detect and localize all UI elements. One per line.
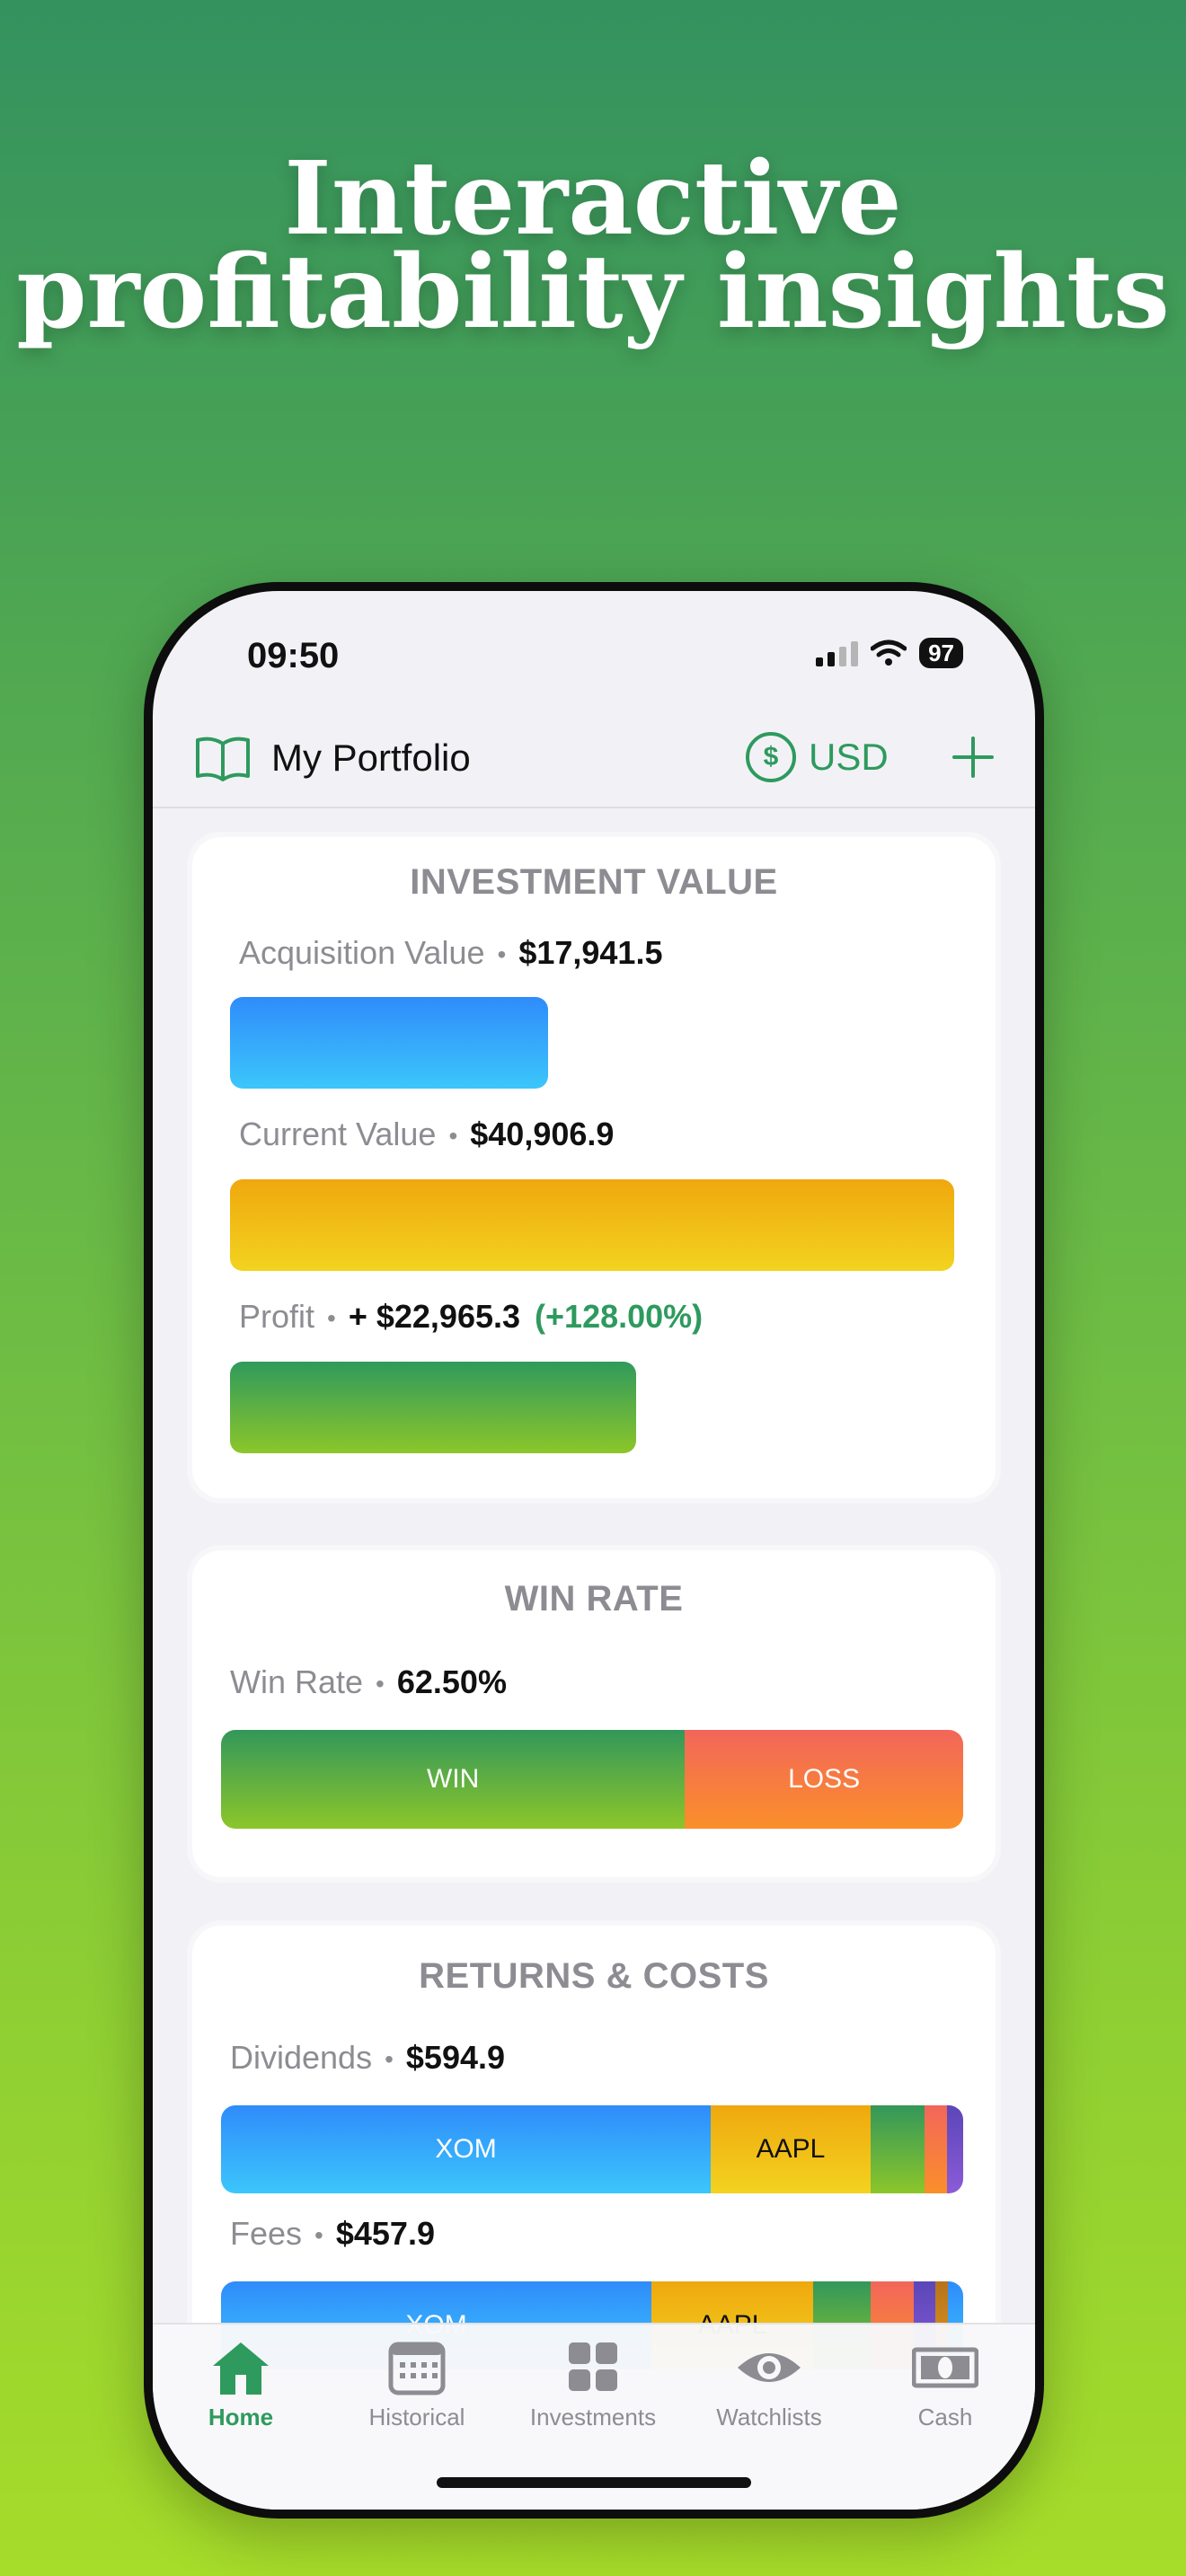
- currency-label: USD: [809, 736, 889, 778]
- acquisition-value-label: Acquisition Value: [239, 934, 485, 971]
- eye-icon: [738, 2353, 801, 2382]
- phone-frame: 09:50 97 My Portfolio $ USD INVESTMENT V…: [144, 582, 1044, 2519]
- wifi-icon: [871, 640, 907, 666]
- marketing-headline: Interactive profitability insights: [0, 140, 1186, 351]
- tab-home-label: Home: [208, 2404, 274, 2430]
- current-value-bar[interactable]: [230, 1179, 954, 1271]
- dividends-segment-aapl[interactable]: AAPL: [711, 2105, 871, 2193]
- add-icon[interactable]: [951, 735, 996, 780]
- home-indicator: [437, 2477, 751, 2488]
- loss-segment-label: LOSS: [788, 1764, 861, 1794]
- tab-investments-label: Investments: [529, 2404, 657, 2430]
- win-segment[interactable]: WIN: [221, 1730, 686, 1829]
- acquisition-value-bar[interactable]: [230, 997, 548, 1089]
- tab-historical[interactable]: Historical: [329, 2339, 505, 2431]
- investment-value-title: INVESTMENT VALUE: [410, 862, 778, 902]
- current-value-row: Current Value • $40,906.9: [239, 1116, 615, 1152]
- nav-bar: My Portfolio $ USD: [153, 726, 1035, 808]
- headline-line-1: Interactive: [284, 140, 902, 258]
- dividends-segment-3[interactable]: [925, 2105, 947, 2193]
- dividends-segment-xom[interactable]: XOM: [221, 2105, 712, 2193]
- book-icon[interactable]: [194, 733, 252, 783]
- grid-icon: [569, 2342, 617, 2391]
- tab-cash-label: Cash: [917, 2404, 973, 2430]
- tab-home[interactable]: Home: [153, 2339, 329, 2431]
- current-value-label: Current Value: [239, 1116, 437, 1152]
- fees-label: Fees: [230, 2215, 303, 2252]
- tab-cash[interactable]: Cash: [857, 2339, 1033, 2431]
- profit-value: + $22,965.3: [348, 1298, 521, 1335]
- win-rate-label: Win Rate: [230, 1663, 364, 1700]
- headline-line-2: profitability insights: [16, 234, 1170, 351]
- tab-historical-label: Historical: [368, 2404, 465, 2430]
- acquisition-value: $17,941.5: [518, 934, 663, 971]
- current-value: $40,906.9: [470, 1116, 615, 1152]
- acquisition-value-row: Acquisition Value • $17,941.5: [239, 934, 663, 971]
- win-rate-value: 62.50%: [396, 1663, 507, 1700]
- tab-investments[interactable]: Investments: [505, 2339, 681, 2431]
- status-indicators: 97: [816, 638, 963, 668]
- win-rate-title: WIN RATE: [504, 1579, 684, 1619]
- win-loss-bar[interactable]: WIN LOSS: [221, 1730, 963, 1829]
- loss-segment[interactable]: LOSS: [685, 1730, 963, 1829]
- dividends-segment-label: XOM: [435, 2134, 497, 2164]
- profit-row: Profit • + $22,965.3 (+128.00%): [239, 1298, 704, 1335]
- win-rate-card: WIN RATE Win Rate • 62.50% WIN LOSS: [192, 1550, 996, 1877]
- dividends-bar[interactable]: XOM AAPL: [221, 2105, 963, 2193]
- profit-bar[interactable]: [230, 1362, 636, 1453]
- fees-row: Fees • $457.9: [230, 2215, 435, 2252]
- fees-value: $457.9: [335, 2215, 435, 2252]
- portfolio-title[interactable]: My Portfolio: [271, 737, 471, 780]
- win-segment-label: WIN: [426, 1764, 480, 1794]
- status-time: 09:50: [247, 636, 340, 675]
- dividends-label: Dividends: [230, 2039, 373, 2076]
- dividends-segment-label: AAPL: [756, 2134, 826, 2164]
- phone-screen: 09:50 97 My Portfolio $ USD INVESTMENT V…: [153, 591, 1035, 2510]
- dividends-row: Dividends • $594.9: [230, 2039, 506, 2076]
- profit-percent: (+128.00%): [535, 1298, 704, 1335]
- win-rate-row: Win Rate • 62.50%: [230, 1663, 507, 1700]
- profit-label: Profit: [239, 1298, 315, 1335]
- tab-watchlists-label: Watchlists: [716, 2404, 822, 2430]
- home-icon: [213, 2342, 269, 2395]
- returns-costs-title: RETURNS & COSTS: [419, 1956, 769, 1996]
- currency-button[interactable]: $ USD: [746, 726, 889, 789]
- dividends-segment-2[interactable]: [870, 2105, 925, 2193]
- dividends-value: $594.9: [405, 2039, 506, 2076]
- dollar-icon: $: [746, 732, 796, 782]
- tab-watchlists[interactable]: Watchlists: [681, 2339, 857, 2431]
- battery-icon: 97: [919, 638, 963, 668]
- dividends-segment-4[interactable]: [946, 2105, 963, 2193]
- calendar-icon: [388, 2342, 446, 2395]
- signal-icon: [816, 640, 859, 666]
- investment-value-card: INVESTMENT VALUE Acquisition Value • $17,9…: [192, 837, 996, 1498]
- banknote-icon: [912, 2347, 978, 2388]
